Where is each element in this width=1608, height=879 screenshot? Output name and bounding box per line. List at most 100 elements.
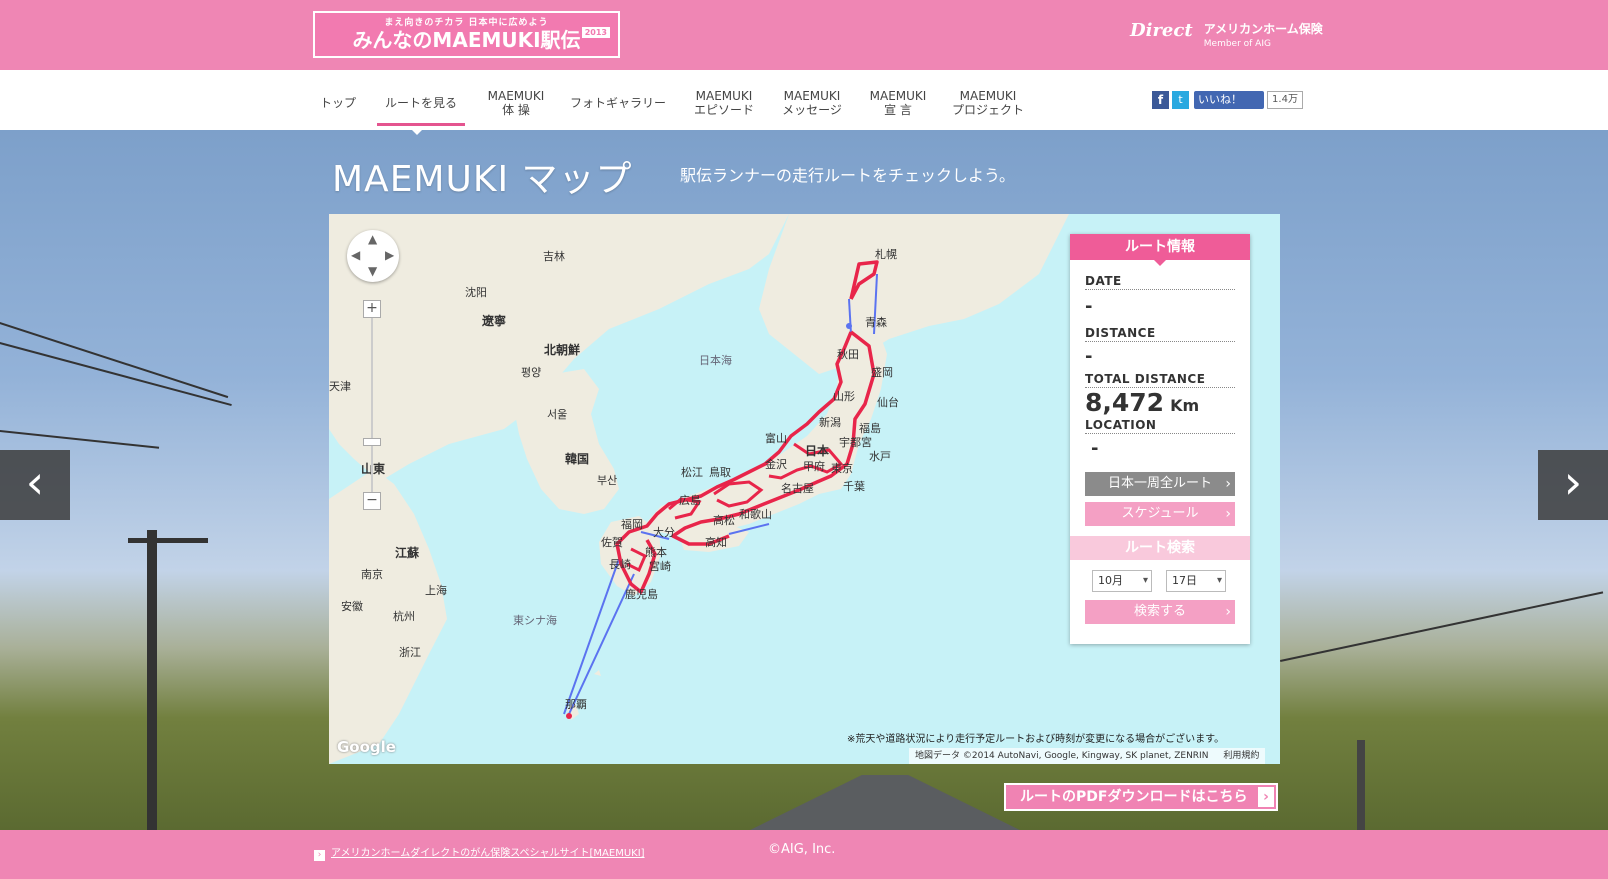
zoom-slider-handle[interactable] — [363, 438, 381, 446]
map-pan-control[interactable]: ▲ ▼ ◀ ▶ — [347, 230, 399, 282]
brand-logo[interactable]: Direct アメリカンホーム保険 Member of AIG — [1130, 20, 1323, 49]
label-akita: 秋田 — [837, 348, 859, 361]
label-mito: 水戸 — [869, 450, 891, 463]
total-distance-unit: Km — [1170, 396, 1200, 415]
route-info-panel: ルート情報 DATE - DISTANCE - TOTAL DISTANCE 8… — [1070, 234, 1250, 644]
search-button[interactable]: 検索する — [1085, 600, 1235, 624]
total-distance-value: 8,472 Km — [1085, 388, 1200, 417]
twitter-icon[interactable]: t — [1172, 91, 1189, 109]
facebook-icon[interactable]: f — [1152, 91, 1169, 109]
label-sapporo: 札幌 — [875, 248, 897, 261]
zoom-out-button[interactable]: − — [363, 492, 381, 510]
logo-tagline: まえ向きのチカラ 日本中に広めよう — [384, 18, 549, 28]
label-takamatsu: 高松 — [713, 514, 735, 527]
label-wakayama: 和歌山 — [739, 508, 772, 521]
zoom-in-button[interactable]: + — [363, 300, 381, 318]
prev-arrow-icon[interactable]: ‹ — [0, 450, 70, 520]
nav-exercise[interactable]: MAEMUKI 体 操 — [478, 82, 554, 124]
brand-member: Member of AIG — [1203, 39, 1271, 49]
label-shandong: 山東 — [361, 462, 386, 476]
distance-label: DISTANCE — [1085, 326, 1235, 342]
label-saga: 佐賀 — [601, 536, 623, 549]
main-nav: トップ ルートを見る MAEMUKI 体 操 フォトギャラリー MAEMUKI … — [0, 70, 1608, 130]
label-pyongyang: 평양 — [521, 366, 542, 379]
nav-message[interactable]: MAEMUKI メッセージ — [772, 82, 852, 124]
nav-project[interactable]: MAEMUKI プロジェクト — [946, 82, 1030, 124]
label-tokyo: 東京 — [831, 462, 853, 475]
distance-value: - — [1085, 346, 1093, 367]
schedule-button[interactable]: スケジュール — [1085, 502, 1235, 526]
label-shenyang: 沈阳 — [465, 286, 487, 299]
map-notice: ※荒天や道路状況により走行予定ルートおよび時刻が変更になる場合がございます。 — [847, 734, 1225, 745]
label-nagasaki: 長崎 — [609, 558, 631, 571]
map-terms-link[interactable]: 利用規約 — [1223, 751, 1259, 761]
day-select[interactable]: 17日 — [1166, 570, 1226, 592]
nav-top[interactable]: トップ — [318, 82, 358, 124]
next-arrow-icon[interactable]: › — [1538, 450, 1608, 520]
chevron-right-icon: › — [314, 850, 325, 861]
copyright: ©AIG, Inc. — [768, 842, 836, 857]
label-sea-of-japan: 日本海 — [699, 354, 732, 367]
label-kagoshima: 鹿児島 — [625, 588, 658, 601]
month-select[interactable]: 10月 — [1092, 570, 1152, 592]
label-aomori: 青森 — [865, 316, 887, 329]
pdf-download-label: ルートのPDFダウンロードはこちら — [1020, 789, 1248, 805]
nav-route[interactable]: ルートを見る — [377, 82, 465, 126]
korea-peninsula — [514, 369, 619, 514]
page-title: MAEMUKI マップ — [332, 159, 633, 200]
logo-title: みんなのMAEMUKI駅伝 — [352, 28, 581, 52]
brand-name: アメリカンホーム保険 — [1203, 22, 1323, 36]
chevron-right-icon: › — [1258, 787, 1274, 807]
facebook-like-button[interactable]: いいね！ — [1194, 91, 1264, 109]
utility-pole — [147, 530, 157, 830]
label-east-china-sea: 東シナ海 — [513, 614, 557, 627]
pan-down-icon[interactable]: ▼ — [368, 264, 377, 278]
footer: › アメリカンホームダイレクトのがん保険スペシャルサイト[MAEMUKI] ©AI… — [0, 830, 1608, 879]
label-utsunomiya: 宇都宮 — [839, 436, 872, 449]
nav-gallery[interactable]: フォトギャラリー — [568, 82, 668, 124]
like-label: いいね！ — [1198, 93, 1242, 106]
footer-special-site-link[interactable]: › アメリカンホームダイレクトのがん保険スペシャルサイト[MAEMUKI] — [314, 844, 645, 861]
label-matsue: 松江 — [681, 466, 703, 479]
nav-active-caret — [410, 128, 424, 135]
pan-up-icon[interactable]: ▲ — [368, 232, 377, 246]
route-point-naha — [566, 713, 572, 719]
label-tottori: 鳥取 — [709, 466, 731, 479]
label-sendai: 仙台 — [877, 396, 899, 409]
label-yamagata: 山形 — [833, 390, 855, 403]
header-bar: まえ向きのチカラ 日本中に広めよう みんなのMAEMUKI駅伝 2013 Dir… — [0, 0, 1608, 70]
label-japan: 日本 — [805, 444, 830, 458]
ryukyu-islands — [567, 670, 601, 720]
pdf-download-button[interactable]: ルートのPDFダウンロードはこちら › — [1004, 783, 1278, 811]
google-logo: Google — [337, 738, 396, 756]
brand-direct: Direct — [1130, 20, 1193, 41]
label-liaoning: 遼寧 — [482, 314, 507, 328]
label-hiroshima: 広島 — [679, 494, 701, 507]
route-search-title: ルート検索 — [1070, 536, 1250, 560]
label-zhejiang: 浙江 — [399, 646, 421, 659]
nav-declaration[interactable]: MAEMUKI 宣 言 — [860, 82, 936, 124]
label-nagoya: 名古屋 — [781, 482, 814, 495]
full-route-button[interactable]: 日本一周全ルート — [1085, 472, 1235, 496]
label-kochi: 高知 — [705, 536, 727, 549]
location-value: - — [1091, 438, 1099, 459]
label-south-korea: 韓国 — [565, 452, 590, 466]
label-chiba: 千葉 — [843, 480, 865, 493]
label-toyama: 富山 — [765, 432, 787, 445]
pan-left-icon[interactable]: ◀ — [351, 248, 360, 262]
nav-episode[interactable]: MAEMUKI エピソード — [686, 82, 762, 124]
zoom-slider[interactable] — [371, 314, 373, 504]
label-morioka: 盛岡 — [871, 366, 893, 379]
label-niigata: 新潟 — [819, 416, 841, 429]
road-image — [740, 775, 1030, 830]
label-jilin: 吉林 — [543, 250, 565, 263]
pan-right-icon[interactable]: ▶ — [385, 248, 394, 262]
date-label: DATE — [1085, 274, 1235, 290]
label-shanghai: 上海 — [425, 584, 447, 597]
page-subtitle: 駅伝ランナーの走行ルートをチェックしよう。 — [680, 166, 1016, 185]
label-nanjing: 南京 — [361, 568, 383, 581]
label-fukuoka: 福岡 — [621, 518, 643, 531]
label-naha: 那覇 — [565, 698, 587, 711]
label-oita: 大分 — [653, 526, 675, 539]
site-logo[interactable]: まえ向きのチカラ 日本中に広めよう みんなのMAEMUKI駅伝 2013 — [313, 11, 620, 58]
